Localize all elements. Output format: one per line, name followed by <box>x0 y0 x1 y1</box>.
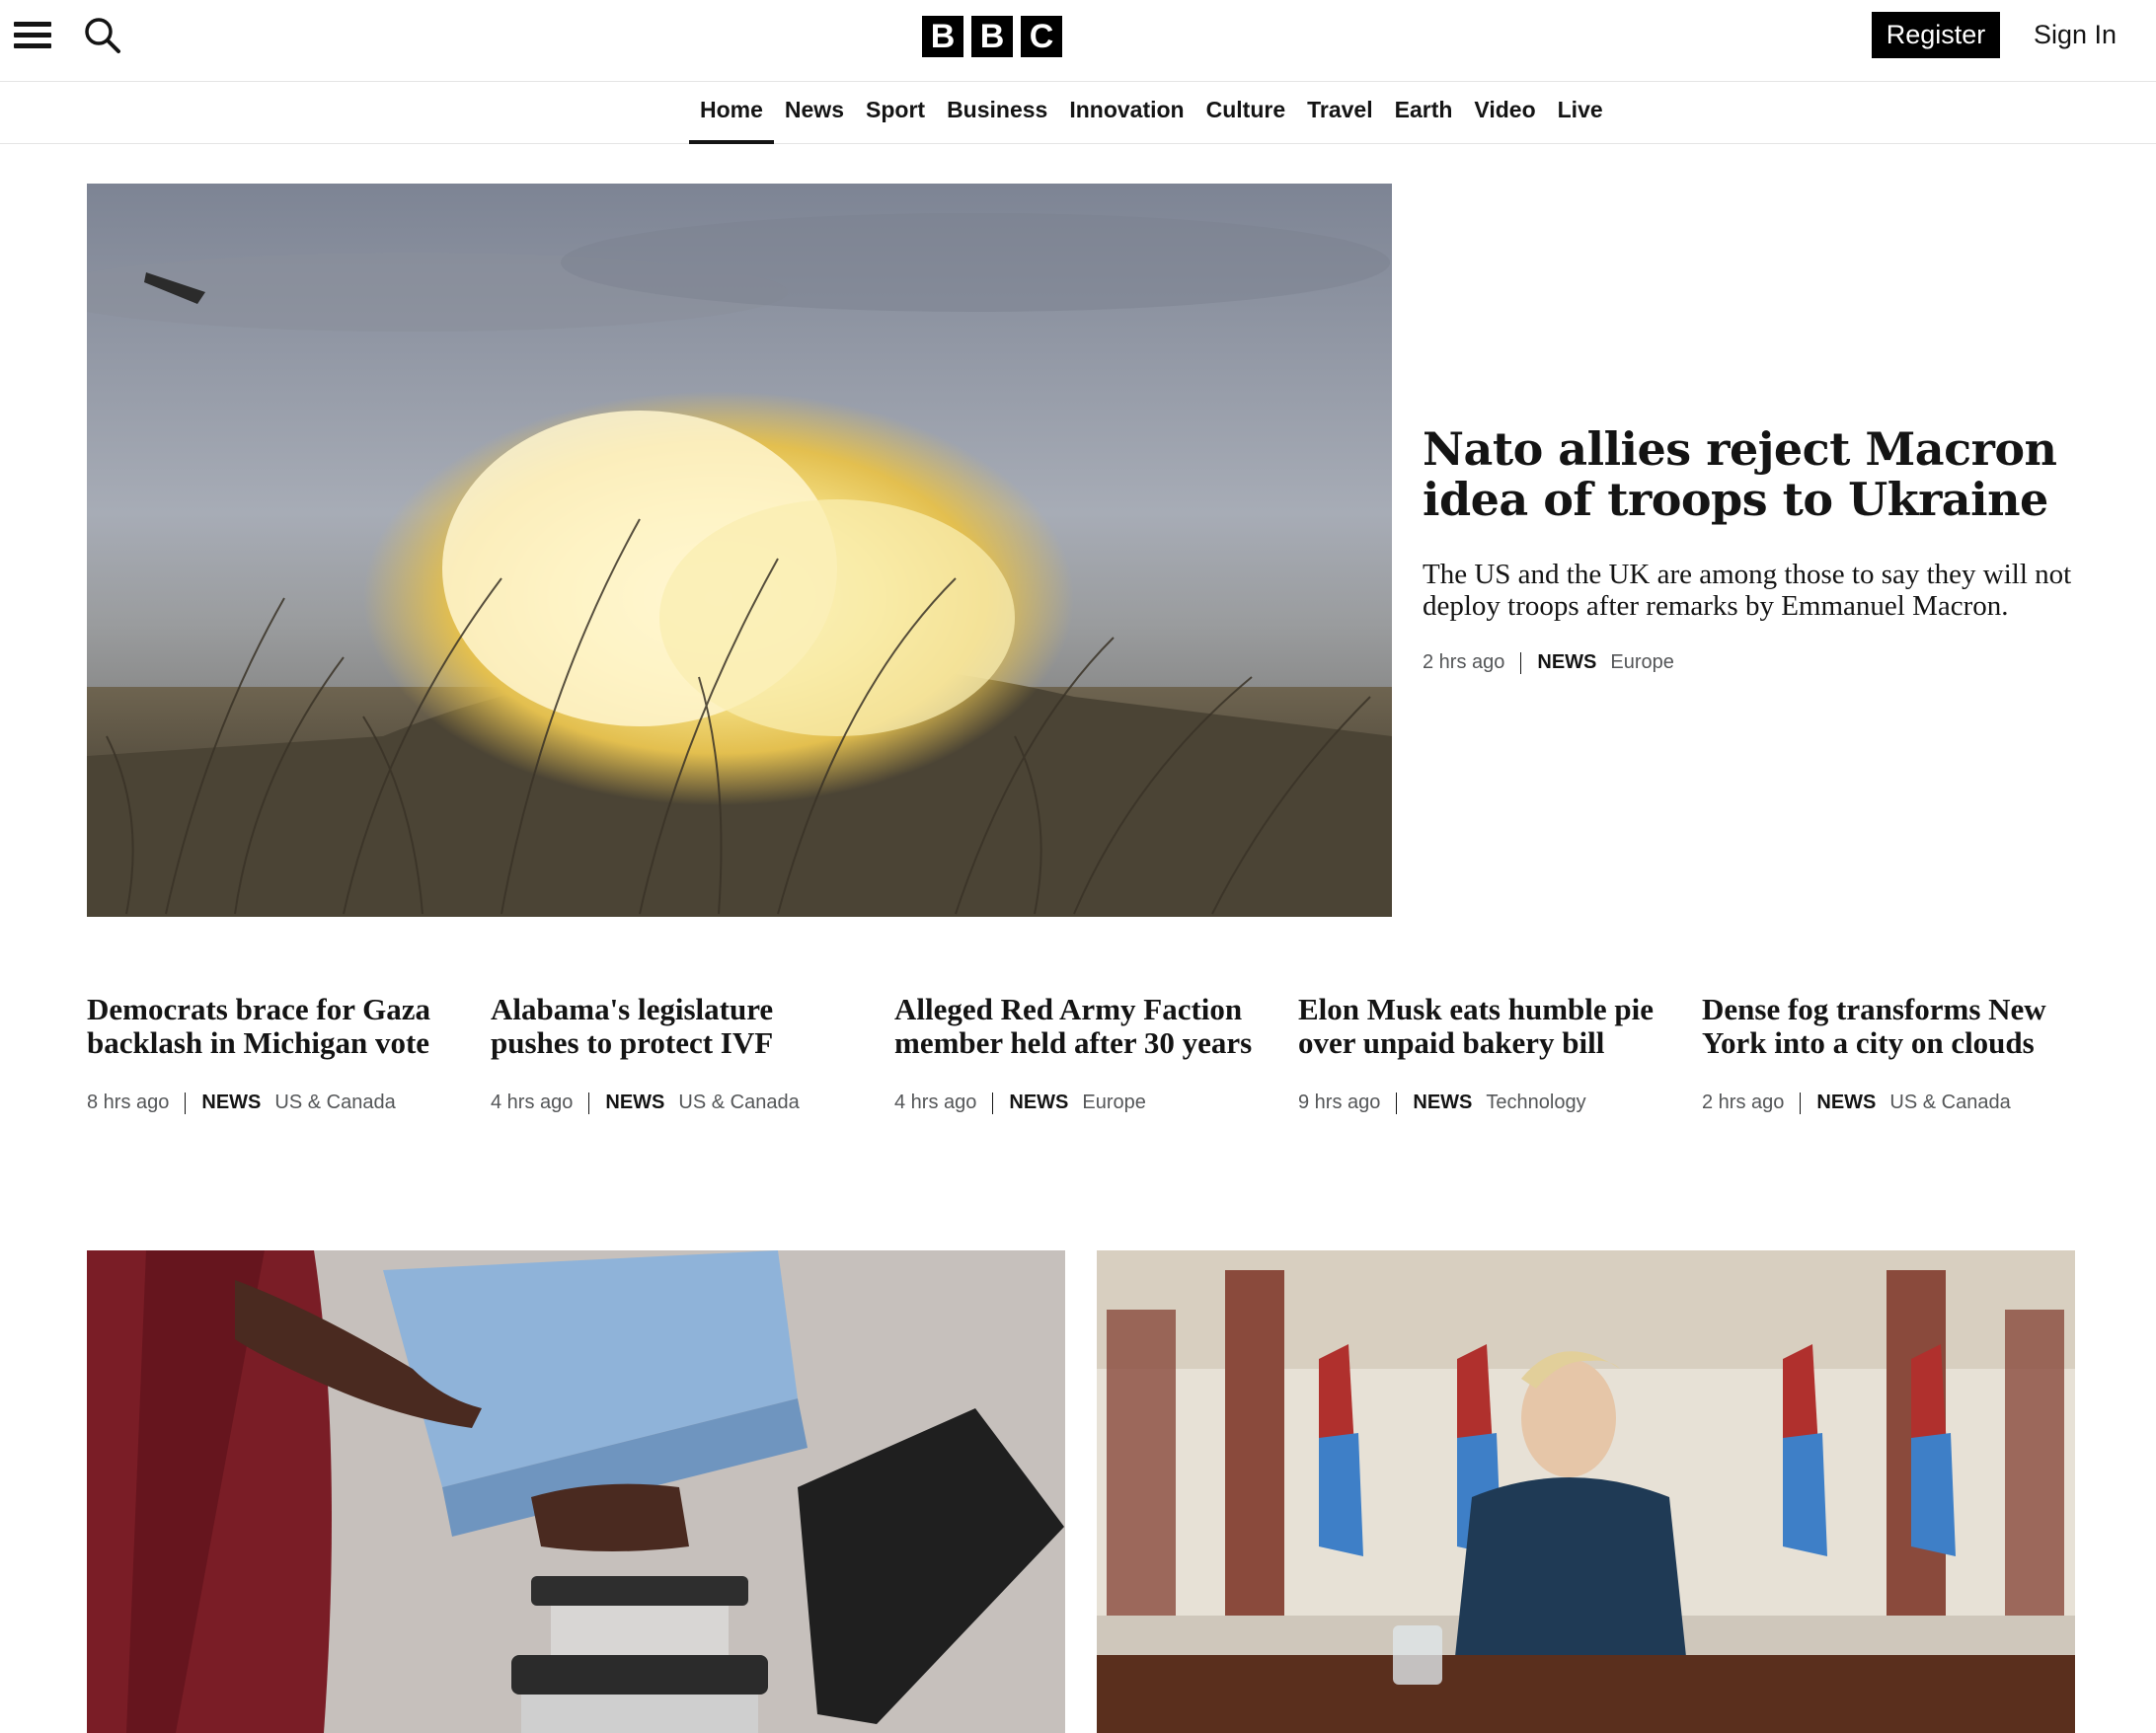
meta-divider <box>992 1092 994 1114</box>
meta-divider <box>588 1092 590 1114</box>
story-meta: 2 hrs ago NEWS US & Canada <box>1702 1092 2077 1114</box>
story-card[interactable]: Dense fog transforms New York into a cit… <box>1702 993 2077 1114</box>
story-image-lab[interactable] <box>87 1250 1065 1733</box>
region-label: Europe <box>1082 1092 1146 1113</box>
section-label: NEWS <box>605 1092 665 1113</box>
timestamp: 2 hrs ago <box>1702 1092 1785 1113</box>
timestamp: 4 hrs ago <box>894 1092 977 1113</box>
top-bar: B B C Register Sign In <box>0 0 2156 82</box>
hero-story: Nato allies reject Macron idea of troops… <box>1423 424 2094 674</box>
meta-divider <box>1520 651 1522 674</box>
story-card[interactable]: Alleged Red Army Faction member held aft… <box>894 993 1270 1114</box>
timestamp: 9 hrs ago <box>1298 1092 1381 1113</box>
story-meta: 4 hrs ago NEWS Europe <box>894 1092 1270 1114</box>
search-icon[interactable] <box>83 16 122 55</box>
story-headline[interactable]: Alleged Red Army Faction member held aft… <box>894 993 1270 1060</box>
story-headline[interactable]: Democrats brace for Gaza backlash in Mic… <box>87 993 462 1060</box>
nav-item-travel[interactable]: Travel <box>1296 82 1384 144</box>
hero-summary: The US and the UK are among those to say… <box>1423 559 2072 622</box>
timestamp: 8 hrs ago <box>87 1092 170 1113</box>
nav-item-culture[interactable]: Culture <box>1195 82 1297 144</box>
story-card[interactable]: Democrats brace for Gaza backlash in Mic… <box>87 993 462 1114</box>
nav-item-sport[interactable]: Sport <box>855 82 936 144</box>
region-label: US & Canada <box>1889 1092 2011 1113</box>
timestamp: 4 hrs ago <box>491 1092 574 1113</box>
nav-item-earth[interactable]: Earth <box>1384 82 1464 144</box>
story-headline[interactable]: Elon Musk eats humble pie over unpaid ba… <box>1298 993 1673 1060</box>
story-card[interactable]: Alabama's legislature pushes to protect … <box>491 993 866 1114</box>
logo-letter: C <box>1021 16 1062 57</box>
hero-meta: 2 hrs ago NEWS Europe <box>1423 651 2094 674</box>
region-label: Technology <box>1486 1092 1586 1113</box>
meta-divider <box>185 1092 187 1114</box>
nav-item-video[interactable]: Video <box>1463 82 1546 144</box>
timestamp: 2 hrs ago <box>1423 651 1505 673</box>
nav-item-innovation[interactable]: Innovation <box>1058 82 1194 144</box>
story-card[interactable]: Elon Musk eats humble pie over unpaid ba… <box>1298 993 1673 1114</box>
nav-item-business[interactable]: Business <box>936 82 1058 144</box>
story-image-drama[interactable] <box>1097 1250 2075 1733</box>
section-label: NEWS <box>201 1092 262 1113</box>
section-label: NEWS <box>1413 1092 1473 1113</box>
story-headline[interactable]: Alabama's legislature pushes to protect … <box>491 993 866 1060</box>
story-meta: 4 hrs ago NEWS US & Canada <box>491 1092 866 1114</box>
story-headline[interactable]: Dense fog transforms New York into a cit… <box>1702 993 2077 1060</box>
meta-divider <box>1396 1092 1398 1114</box>
nav-item-live[interactable]: Live <box>1547 82 1614 144</box>
register-button[interactable]: Register <box>1872 12 2000 58</box>
hero-image[interactable] <box>87 184 1392 917</box>
logo-letter: B <box>922 16 963 57</box>
section-label: NEWS <box>1537 651 1597 673</box>
region-label: US & Canada <box>274 1092 396 1113</box>
hamburger-menu-icon[interactable] <box>14 20 53 51</box>
hero-headline[interactable]: Nato allies reject Macron idea of troops… <box>1423 424 2094 525</box>
sign-in-link[interactable]: Sign In <box>2034 12 2117 58</box>
meta-divider <box>1800 1092 1802 1114</box>
bbc-logo[interactable]: B B C <box>922 16 1062 57</box>
story-meta: 9 hrs ago NEWS Technology <box>1298 1092 1673 1114</box>
main-nav: Home News Sport Business Innovation Cult… <box>0 82 2156 144</box>
region-label: Europe <box>1610 651 1674 673</box>
section-label: NEWS <box>1009 1092 1069 1113</box>
story-meta: 8 hrs ago NEWS US & Canada <box>87 1092 462 1114</box>
nav-item-home[interactable]: Home <box>689 82 774 144</box>
logo-letter: B <box>971 16 1013 57</box>
section-label: NEWS <box>1816 1092 1877 1113</box>
nav-item-news[interactable]: News <box>774 82 855 144</box>
region-label: US & Canada <box>678 1092 800 1113</box>
